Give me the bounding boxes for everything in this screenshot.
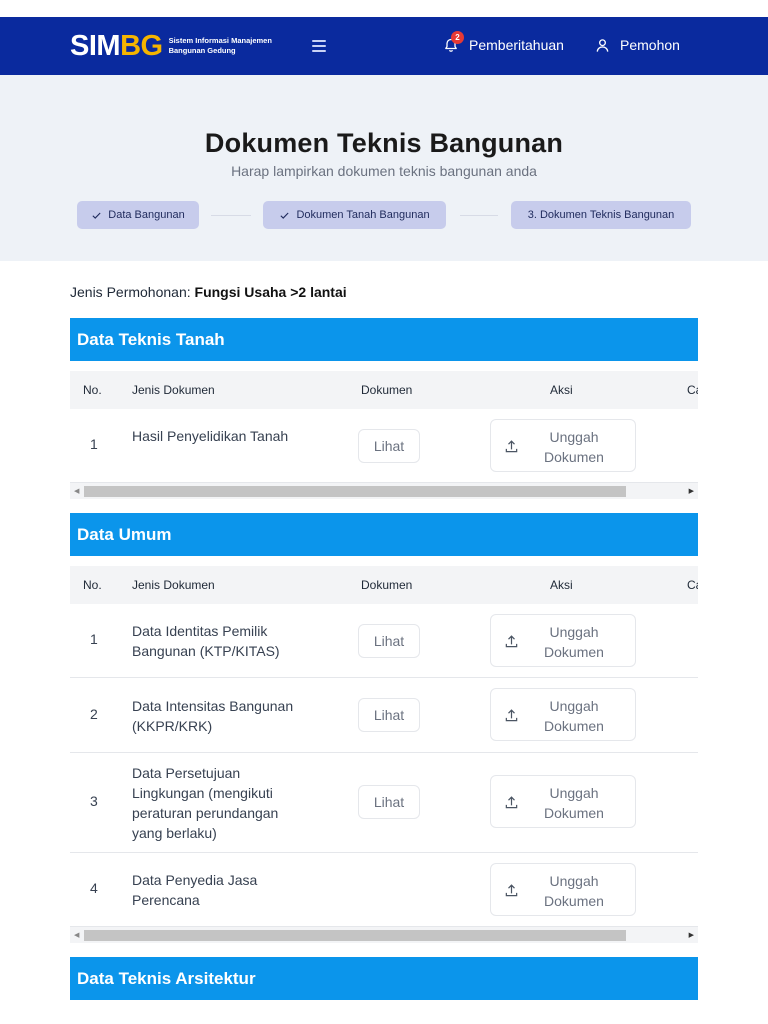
step-dokumen-tanah[interactable]: Dokumen Tanah Bangunan (263, 201, 446, 229)
lihat-button[interactable]: Lihat (358, 785, 420, 819)
horizontal-scrollbar[interactable]: ◀ ▶ (70, 927, 698, 943)
scrollbar-thumb[interactable] (84, 930, 626, 941)
scrollbar-thumb[interactable] (84, 486, 626, 497)
unggah-dokumen-button[interactable]: Unggah Dokumen (490, 419, 636, 472)
horizontal-scrollbar[interactable]: ◀ ▶ (70, 483, 698, 499)
row-number: 1 (90, 631, 98, 647)
page-title: Dokumen Teknis Bangunan (204, 128, 564, 158)
table-row: 1 Data Identitas Pemilik Bangunan (KTP/K… (70, 604, 698, 678)
table-header: No. Jenis Dokumen Dokumen Aksi Ca (70, 371, 698, 409)
table-row: 1 Hasil Penyelidikan Tanah Lihat Unggah D… (70, 409, 698, 483)
row-number: 3 (90, 793, 98, 809)
document-name: Data Persetujuan Lingkungan (mengikuti p… (132, 765, 279, 841)
column-no: No. (83, 578, 102, 592)
notification-button[interactable]: 2 Pemberitahuan (443, 31, 564, 53)
page-header: Dokumen Teknis Bangunan Harap lampirkan … (0, 75, 768, 261)
page-subtitle: Harap lampirkan dokumen teknis bangunan … (231, 163, 537, 179)
table-header: No. Jenis Dokumen Dokumen Aksi Ca (70, 566, 698, 604)
column-aksi: Aksi (550, 383, 573, 397)
jenis-permohonan-label: Jenis Permohonan: (70, 284, 191, 300)
upload-icon (505, 635, 518, 648)
notification-label: Pemberitahuan (469, 37, 564, 53)
scroll-left-icon[interactable]: ◀ (74, 931, 79, 939)
jenis-permohonan: Jenis Permohonan: Fungsi Usaha >2 lantai (70, 284, 347, 300)
section-title-data-teknis-arsitektur: Data Teknis Arsitektur (70, 957, 698, 1000)
user-label: Pemohon (620, 37, 680, 53)
step-connector (460, 215, 498, 216)
table-row: 2 Data Intensitas Bangunan (KKPR/KRK) Li… (70, 678, 698, 753)
upload-icon (505, 884, 518, 897)
table-data-teknis-tanah: No. Jenis Dokumen Dokumen Aksi Ca 1 Hasi… (70, 371, 698, 499)
unggah-dokumen-button[interactable]: Unggah Dokumen (490, 863, 636, 916)
row-number: 1 (90, 436, 98, 452)
column-extra: Ca (687, 383, 698, 397)
row-number: 4 (90, 880, 98, 896)
document-name: Hasil Penyelidikan Tanah (132, 428, 289, 444)
unggah-dokumen-button[interactable]: Unggah Dokumen (490, 775, 636, 828)
user-icon (596, 38, 609, 52)
row-number: 2 (90, 706, 98, 722)
column-dokumen: Dokumen (361, 383, 413, 397)
lihat-button[interactable]: Lihat (358, 624, 420, 658)
notification-count-badge: 2 (451, 31, 464, 44)
table-data-umum: No. Jenis Dokumen Dokumen Aksi Ca 1 Data… (70, 566, 698, 943)
unggah-dokumen-button[interactable]: Unggah Dokumen (490, 688, 636, 741)
column-aksi: Aksi (550, 578, 573, 592)
column-no: No. (83, 383, 102, 397)
column-dokumen: Dokumen (361, 578, 413, 592)
bell-icon: 2 (443, 31, 464, 53)
logo-subtitle: Sistem Informasi Manajemen Bangunan Gedu… (168, 36, 272, 55)
logo[interactable]: SIMBG Sistem Informasi Manajemen Banguna… (70, 31, 289, 61)
scroll-right-icon[interactable]: ▶ (689, 487, 694, 495)
unggah-dokumen-button[interactable]: Unggah Dokumen (490, 614, 636, 667)
document-name: Data Penyedia Jasa Perencana (132, 872, 258, 908)
jenis-permohonan-value: Fungsi Usaha >2 lantai (194, 284, 347, 300)
column-extra: Ca (687, 578, 698, 592)
hamburger-menu-icon[interactable] (312, 40, 326, 52)
table-row: 4 Data Penyedia Jasa Perencana Unggah Dok… (70, 853, 698, 927)
table-row: 3 Data Persetujuan Lingkungan (mengikuti… (70, 753, 698, 853)
step-data-bangunan[interactable]: Data Bangunan (77, 201, 199, 229)
section-title-data-teknis-tanah: Data Teknis Tanah (70, 318, 698, 361)
navbar: SIMBG Sistem Informasi Manajemen Banguna… (0, 17, 768, 75)
logo-text: SIMBG (70, 30, 163, 62)
column-jenis-dokumen: Jenis Dokumen (132, 383, 215, 397)
top-strip (0, 0, 768, 17)
step-dokumen-teknis[interactable]: 3. Dokumen Teknis Bangunan (511, 201, 691, 229)
user-menu[interactable]: Pemohon (595, 37, 680, 53)
section-title-data-umum: Data Umum (70, 513, 698, 556)
document-name: Data Intensitas Bangunan (KKPR/KRK) (132, 698, 294, 734)
check-icon (92, 212, 101, 219)
scroll-right-icon[interactable]: ▶ (689, 931, 694, 939)
check-icon (280, 212, 289, 219)
column-jenis-dokumen: Jenis Dokumen (132, 578, 215, 592)
lihat-button[interactable]: Lihat (358, 429, 420, 463)
document-name: Data Identitas Pemilik Bangunan (KTP/KIT… (132, 623, 280, 659)
upload-icon (505, 440, 518, 453)
lihat-button[interactable]: Lihat (358, 698, 420, 732)
step-connector (211, 215, 251, 216)
scroll-left-icon[interactable]: ◀ (74, 487, 79, 495)
upload-icon (505, 709, 518, 722)
upload-icon (505, 796, 518, 809)
